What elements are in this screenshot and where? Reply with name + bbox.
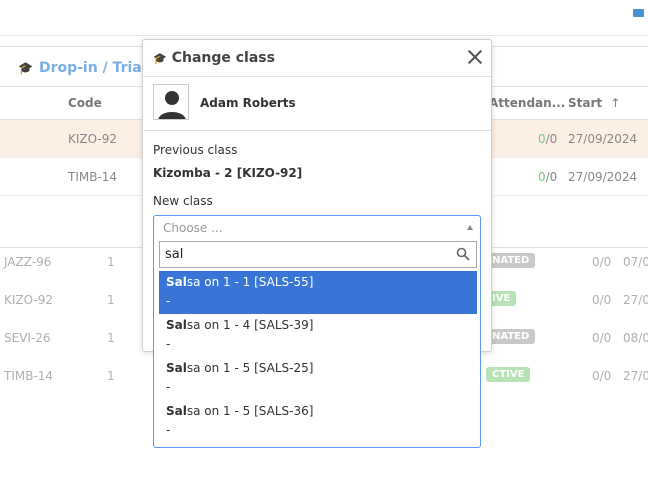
results-list: Salsa on 1 - 1 [SALS-55] - Salsa on 1 - … bbox=[159, 271, 477, 443]
column-header-attendance[interactable]: Attendan... bbox=[489, 96, 565, 110]
status-badge: NATED bbox=[486, 253, 536, 268]
item-date: 27/0 bbox=[623, 293, 648, 307]
top-bar bbox=[0, 0, 648, 36]
search-input[interactable] bbox=[160, 242, 450, 267]
modal-title: 🎓 Change class bbox=[153, 50, 275, 66]
row-start: 27/09/2024 bbox=[568, 170, 638, 184]
row-start: 27/09/2024 bbox=[568, 132, 638, 146]
close-button[interactable] bbox=[465, 47, 485, 67]
row-attendance: 0/0 bbox=[538, 170, 558, 184]
search-field[interactable] bbox=[159, 241, 477, 268]
previous-class-value: Kizomba - 2 [KIZO-92] bbox=[153, 166, 303, 180]
section-title: 🎓 Drop-in / Trials bbox=[18, 60, 155, 76]
item-date: 08/0 bbox=[623, 331, 648, 345]
new-class-label: New class bbox=[153, 194, 213, 208]
item-date: 27/0 bbox=[623, 369, 648, 383]
result-option[interactable]: Salsa on 1 - 5 [SALS-36] - bbox=[159, 400, 477, 443]
item-attendance: 0/0 bbox=[592, 369, 612, 383]
user-name: Adam Roberts bbox=[200, 96, 296, 110]
modal-user-divider bbox=[143, 130, 491, 131]
modal-title-text: Change class bbox=[171, 50, 275, 66]
item-count: 1 bbox=[107, 331, 115, 345]
item-code: TIMB-14 bbox=[4, 369, 54, 383]
item-code: JAZZ-96 bbox=[4, 255, 52, 269]
item-count: 1 bbox=[107, 369, 115, 383]
graduation-cap-icon: 🎓 bbox=[18, 61, 33, 75]
item-code: SEVI-26 bbox=[4, 331, 51, 345]
modal-header-divider bbox=[143, 76, 491, 77]
graduation-cap-icon: 🎓 bbox=[153, 51, 167, 65]
status-badge: NATED bbox=[486, 329, 536, 344]
flag-icon[interactable] bbox=[633, 9, 644, 17]
row-attendance: 0/0 bbox=[538, 132, 558, 146]
item-attendance: 0/0 bbox=[592, 331, 612, 345]
column-header-code[interactable]: Code bbox=[68, 96, 102, 110]
item-date: 07/0 bbox=[623, 255, 648, 269]
previous-class-label: Previous class bbox=[153, 143, 238, 157]
item-code: KIZO-92 bbox=[4, 293, 54, 307]
item-count: 1 bbox=[107, 293, 115, 307]
column-header-start-label: Start bbox=[568, 96, 603, 110]
user-silhouette-icon bbox=[158, 91, 186, 119]
item-count: 1 bbox=[107, 255, 115, 269]
select-placeholder: Choose ... bbox=[163, 221, 223, 235]
result-option[interactable]: Salsa on 1 - 5 [SALS-25] - bbox=[159, 357, 477, 400]
search-icon bbox=[456, 247, 470, 261]
sort-up-arrow-icon: ↑ bbox=[610, 96, 621, 110]
item-attendance: 0/0 bbox=[592, 293, 612, 307]
result-option[interactable]: Salsa on 1 - 4 [SALS-39] - bbox=[159, 314, 477, 357]
column-header-start[interactable]: Start ↑ bbox=[568, 96, 620, 110]
row-code: TIMB-14 bbox=[68, 170, 118, 184]
new-class-select[interactable]: Choose ... bbox=[153, 215, 481, 238]
result-option[interactable]: Salsa on 1 - 1 [SALS-55] - bbox=[159, 271, 477, 314]
avatar bbox=[153, 84, 189, 120]
row-code: KIZO-92 bbox=[68, 132, 118, 146]
item-attendance: 0/0 bbox=[592, 255, 612, 269]
status-badge: CTIVE bbox=[486, 367, 531, 382]
chevron-up-icon bbox=[467, 225, 473, 230]
section-title-text: Drop-in / Trials bbox=[38, 60, 155, 76]
class-dropdown: Salsa on 1 - 1 [SALS-55] - Salsa on 1 - … bbox=[153, 238, 481, 448]
